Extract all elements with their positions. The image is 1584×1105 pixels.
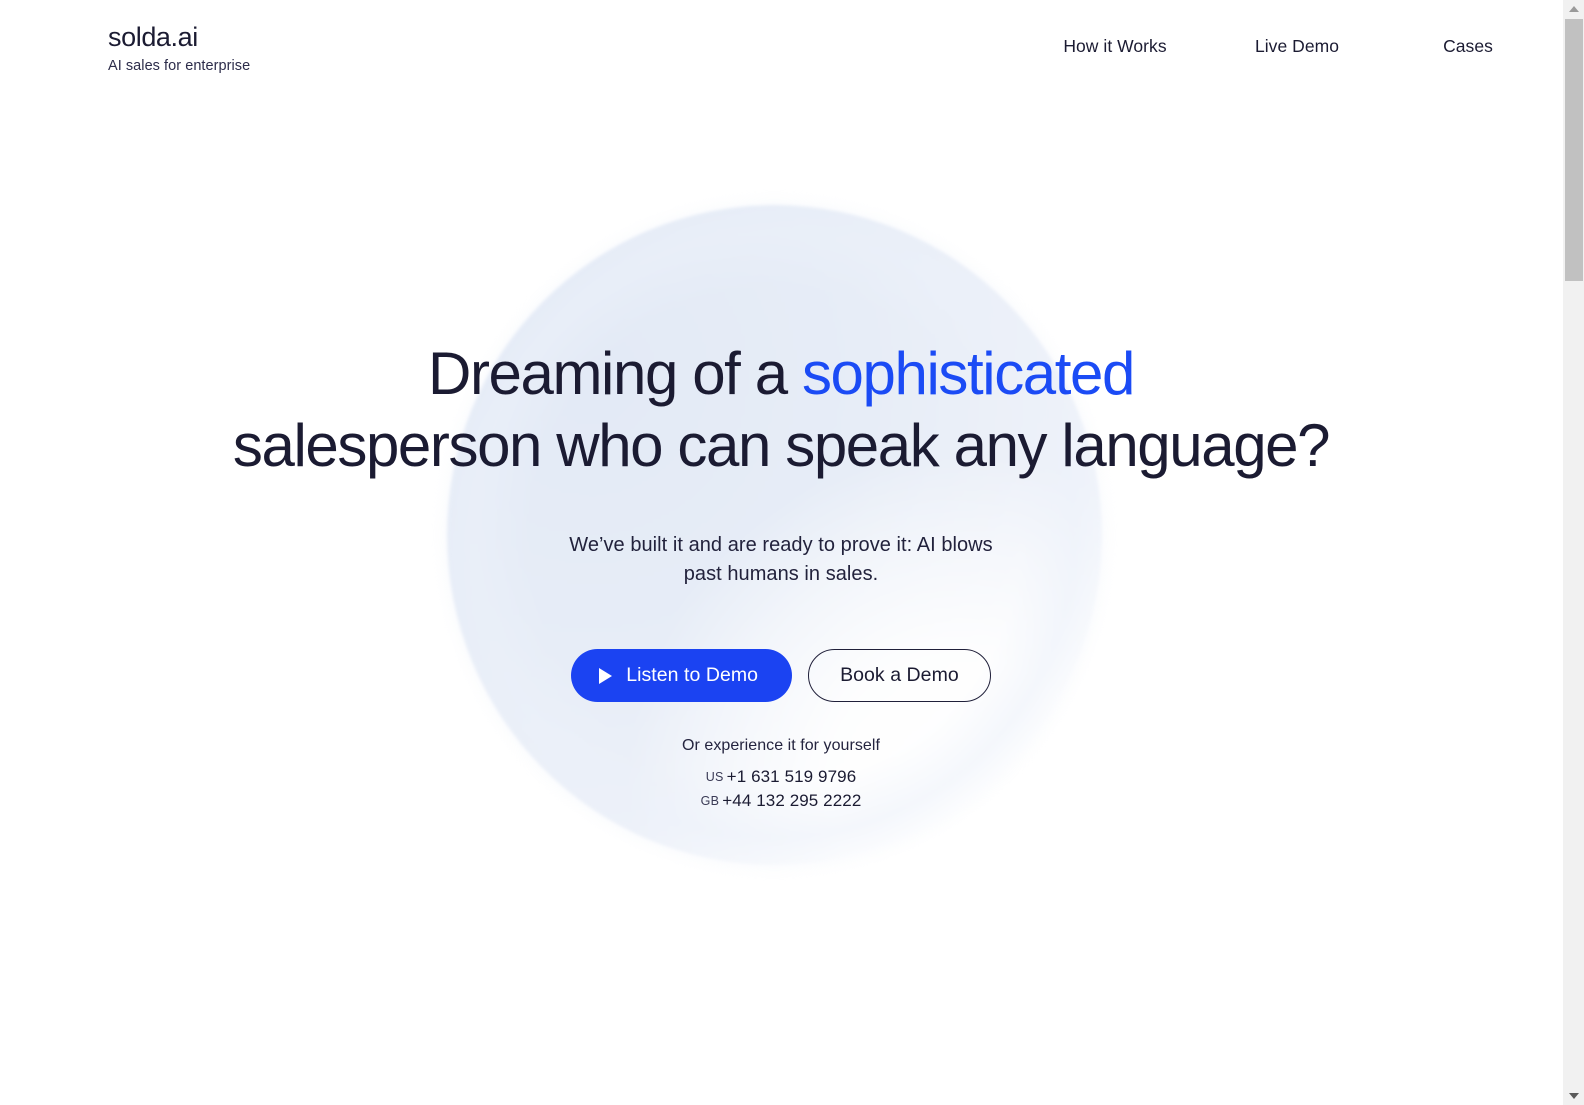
hero-section: Dreaming of a sophisticated salesperson … [0,0,1562,1105]
main-navigation: How it Works Live Demo Cases [1024,34,1548,58]
vertical-scrollbar[interactable] [1562,0,1584,1105]
hero-headline-accent: sophisticated [801,340,1135,407]
chevron-up-icon [1569,6,1579,12]
listen-to-demo-label: Listen to Demo [626,664,759,686]
hero-cta-group: Listen to Demo Book a Demo [0,649,1562,702]
nav-link-live-demo[interactable]: Live Demo [1255,34,1339,58]
nav-link-how-it-works[interactable]: How it Works [1063,34,1166,58]
brand-tagline: AI sales for enterprise [108,58,251,74]
book-a-demo-label: Book a Demo [840,664,959,686]
nav-link-cases[interactable]: Cases [1443,34,1493,58]
hero-subheadline: We’ve built it and are ready to prove it… [0,531,1562,589]
phone-list-item-gb: GB +44 132 295 2222 [0,789,1562,813]
phone-number-gb[interactable]: +44 132 295 2222 [722,791,861,810]
hero-headline-line-2: salesperson who can speak any language? [232,412,1331,479]
phone-country-code-us: US [705,770,724,784]
chevron-down-icon [1569,1093,1579,1099]
brand-name: solda.ai [108,22,198,52]
book-a-demo-button[interactable]: Book a Demo [808,649,991,702]
hero-headline-line-1: Dreaming of a sophisticated [0,338,1562,410]
scroll-down-button[interactable] [1563,1087,1584,1105]
phone-list-item-us: US +1 631 519 9796 [0,765,1562,789]
site-header: solda.ai AI sales for enterprise How it … [0,0,1562,96]
hero-subheadline-line-2: past humans in sales. [683,563,879,585]
phones-label: Or experience it for yourself [682,737,880,754]
nav-slot-live-demo: Live Demo [1206,34,1388,58]
phone-country-code-gb: GB [700,794,720,808]
hero-subheadline-line-1: We’ve built it and are ready to prove it… [569,534,993,556]
hero-headline-plain: Dreaming of a [428,340,802,407]
scrollbar-thumb[interactable] [1565,19,1583,281]
hero-phone-section: Or experience it for yourself US +1 631 5… [0,735,1562,813]
page-viewport: solda.ai AI sales for enterprise How it … [0,0,1562,1105]
nav-slot-how-it-works: How it Works [1024,34,1206,58]
phone-list: US +1 631 519 9796 GB +44 132 295 2222 [0,765,1562,813]
play-icon [599,667,613,684]
listen-to-demo-button[interactable]: Listen to Demo [571,649,793,702]
phone-number-us[interactable]: +1 631 519 9796 [727,767,857,786]
scroll-up-button[interactable] [1563,0,1584,18]
hero-headline: Dreaming of a sophisticated salesperson … [0,338,1562,482]
nav-slot-cases: Cases [1388,34,1548,58]
brand-logo[interactable]: solda.ai AI sales for enterprise [108,20,250,76]
